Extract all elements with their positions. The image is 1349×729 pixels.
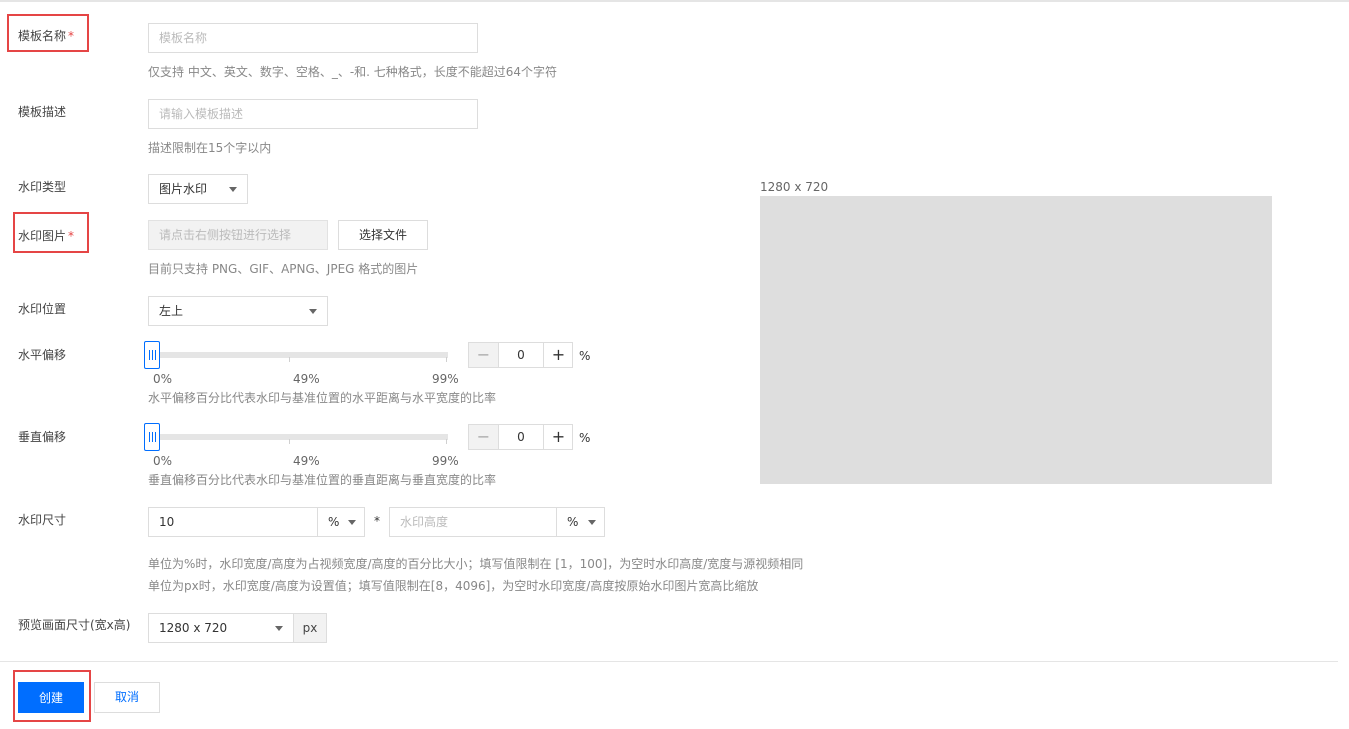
slider-tick — [446, 439, 447, 444]
footer-divider — [0, 661, 1338, 662]
template-desc-hint: 描述限制在15个字以内 — [148, 141, 272, 155]
slider-tick-label-max: 99% — [432, 454, 459, 468]
watermark-image-hint: 目前只支持 PNG、GIF、APNG、JPEG 格式的图片 — [148, 262, 419, 276]
template-desc-input[interactable]: 请输入模板描述 — [148, 99, 478, 129]
preview-size-caption: 1280 x 720 — [760, 180, 829, 194]
watermark-size-hint-1: 单位为%时，水印宽度/高度为占视频宽度/高度的百分比大小；填写值限制在 [1，1… — [148, 557, 804, 571]
vertical-offset-label: 垂直偏移 — [18, 430, 67, 444]
slider-tick-label-mid: 49% — [293, 372, 320, 386]
horizontal-offset-slider-handle[interactable] — [144, 341, 160, 369]
minus-icon[interactable]: − — [469, 343, 499, 367]
horizontal-offset-value[interactable]: 0 — [499, 343, 543, 367]
chevron-down-icon — [309, 309, 317, 314]
vertical-offset-slider-track[interactable] — [152, 434, 448, 440]
plus-icon[interactable]: + — [543, 425, 573, 449]
template-name-hint: 仅支持 中文、英文、数字、空格、_、-和. 七种格式，长度不能超过64个字符 — [148, 65, 558, 79]
template-name-label-text: 模板名称 — [18, 29, 67, 43]
watermark-height-unit-value: % — [567, 515, 579, 529]
slider-tick-label-min: 0% — [153, 454, 173, 468]
watermark-position-label: 水印位置 — [18, 302, 67, 316]
minus-icon[interactable]: − — [469, 425, 499, 449]
horizontal-offset-unit: % — [579, 349, 591, 363]
slider-tick-label-mid: 49% — [293, 454, 320, 468]
watermark-size-label: 水印尺寸 — [18, 513, 67, 527]
watermark-position-value: 左上 — [159, 304, 184, 318]
watermark-type-value: 图片水印 — [159, 182, 208, 196]
horizontal-offset-stepper[interactable]: − 0 + — [468, 342, 573, 368]
vertical-offset-value[interactable]: 0 — [499, 425, 543, 449]
template-name-label: 模板名称 * — [18, 27, 74, 44]
horizontal-offset-hint: 水平偏移百分比代表水印与基准位置的水平距离与水平宽度的比率 — [148, 391, 497, 405]
watermark-width-input[interactable]: 10 — [148, 507, 318, 537]
create-button[interactable]: 创建 — [18, 682, 84, 713]
required-mark: * — [68, 229, 75, 243]
horizontal-offset-slider-track[interactable] — [152, 352, 448, 358]
chevron-down-icon — [588, 520, 596, 525]
watermark-height-unit-select[interactable]: % — [556, 507, 605, 537]
slider-tick — [289, 357, 290, 362]
slider-tick-label-min: 0% — [153, 372, 173, 386]
required-mark: * — [68, 29, 75, 43]
watermark-image-input[interactable]: 请点击右侧按钮进行选择 — [148, 220, 328, 250]
vertical-offset-slider-handle[interactable] — [144, 423, 160, 451]
watermark-position-select[interactable]: 左上 — [148, 296, 328, 326]
vertical-offset-stepper[interactable]: − 0 + — [468, 424, 573, 450]
template-desc-placeholder: 请输入模板描述 — [159, 107, 244, 121]
watermark-image-label: 水印图片 * — [18, 227, 74, 244]
chevron-down-icon — [275, 626, 283, 631]
watermark-width-unit-value: % — [328, 515, 340, 529]
slider-tick-label-max: 99% — [432, 372, 459, 386]
watermark-type-select[interactable]: 图片水印 — [148, 174, 248, 204]
slider-tick — [289, 439, 290, 444]
horizontal-offset-label: 水平偏移 — [18, 348, 67, 362]
watermark-width-unit-select[interactable]: % — [317, 507, 365, 537]
watermark-image-label-text: 水印图片 — [18, 229, 67, 243]
preview-size-label: 预览画面尺寸(宽x高) — [18, 618, 131, 632]
watermark-size-hint-2: 单位为px时，水印宽度/高度为设置值；填写值限制在[8，4096]，为空时水印宽… — [148, 579, 759, 593]
chevron-down-icon — [229, 187, 237, 192]
cancel-button[interactable]: 取消 — [94, 682, 160, 713]
vertical-offset-unit: % — [579, 431, 591, 445]
preview-size-value: 1280 x 720 — [159, 621, 228, 635]
preview-size-select[interactable]: 1280 x 720 — [148, 613, 294, 643]
watermark-height-input[interactable]: 水印高度 — [389, 507, 557, 537]
watermark-width-value: 10 — [159, 515, 175, 529]
size-separator: * — [374, 514, 380, 528]
template-name-placeholder: 模板名称 — [159, 31, 208, 45]
template-name-input[interactable]: 模板名称 — [148, 23, 478, 53]
plus-icon[interactable]: + — [543, 343, 573, 367]
template-desc-label: 模板描述 — [18, 105, 67, 119]
watermark-height-placeholder: 水印高度 — [400, 515, 449, 529]
vertical-offset-hint: 垂直偏移百分比代表水印与基准位置的垂直距离与垂直宽度的比率 — [148, 473, 497, 487]
select-file-button[interactable]: 选择文件 — [338, 220, 428, 250]
preview-canvas — [760, 196, 1272, 484]
slider-tick — [446, 357, 447, 362]
watermark-image-placeholder: 请点击右侧按钮进行选择 — [159, 228, 292, 242]
top-border — [0, 0, 1349, 2]
preview-size-unit: px — [293, 613, 327, 643]
chevron-down-icon — [348, 520, 356, 525]
watermark-type-label: 水印类型 — [18, 180, 67, 194]
